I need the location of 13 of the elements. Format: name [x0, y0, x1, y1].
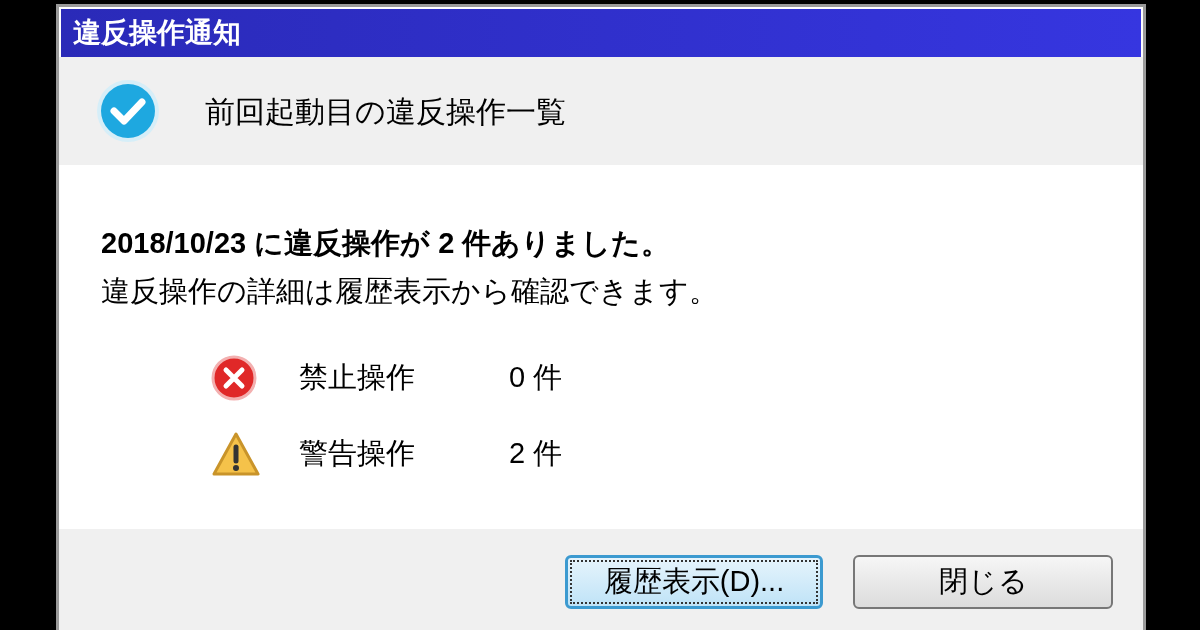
- check-icon: [95, 78, 161, 144]
- window-title: 違反操作通知: [73, 16, 241, 50]
- count-value: 2 件: [509, 436, 563, 472]
- count-label: 禁止操作: [299, 360, 416, 396]
- dialog-button[interactable]: 閉じる: [853, 555, 1113, 609]
- count-value: 0 件: [509, 360, 563, 396]
- detail-text: 違反操作の詳細は履歴表示から確認できます。: [101, 274, 719, 309]
- dialog-button[interactable]: 履歴表示(D)...: [565, 555, 823, 609]
- header-text: 前回起動目の違反操作一覧: [205, 93, 566, 130]
- count-label: 警告操作: [299, 436, 416, 472]
- warning-icon: [211, 431, 261, 477]
- summary-text: 2018/10/23 に違反操作が 2 件ありました。: [101, 226, 672, 261]
- error-icon: [211, 355, 257, 401]
